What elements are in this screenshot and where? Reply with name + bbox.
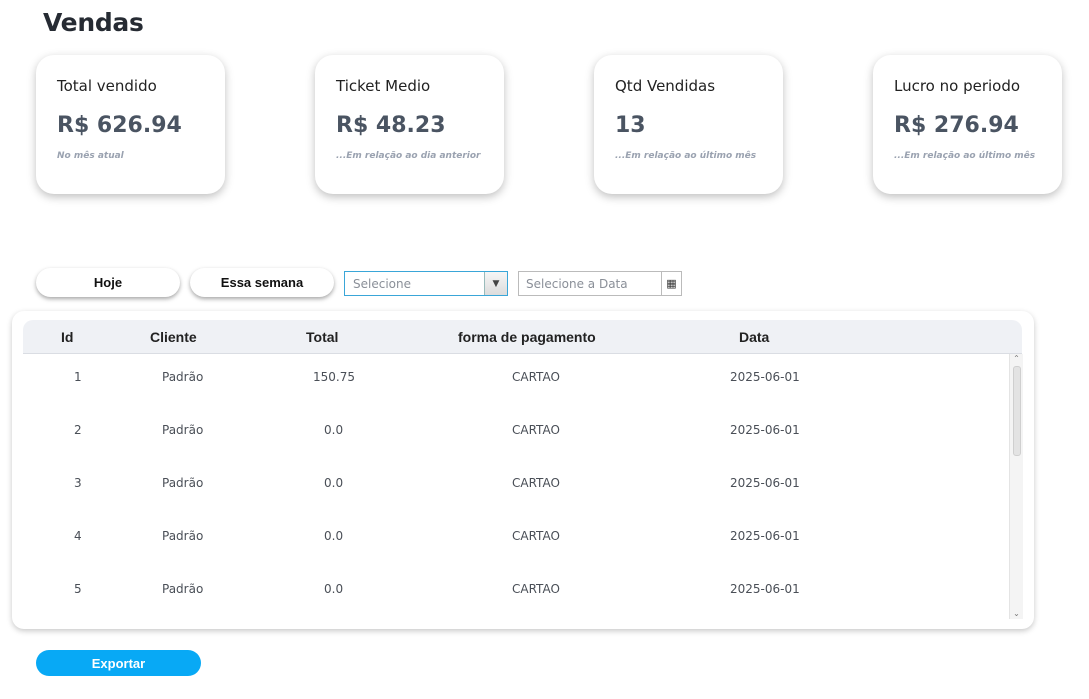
card-value: 13	[615, 113, 646, 138]
cell-data: 2025-06-01	[730, 529, 800, 543]
cell-cliente: Padrão	[162, 582, 204, 596]
cell-total: 0.0	[324, 476, 344, 490]
cell-total: 0.0	[324, 582, 344, 596]
page-title: Vendas	[43, 8, 144, 37]
calendar-icon[interactable]: ▦	[661, 272, 681, 295]
header-data: Data	[739, 329, 770, 345]
chevron-down-icon[interactable]: ⌄	[1010, 609, 1023, 619]
cell-pagamento: CARTAO	[512, 370, 560, 384]
card-total-vendido: Total vendido R$ 626.94 No mês atual	[36, 55, 225, 194]
card-value: R$ 276.94	[894, 113, 1019, 138]
card-note: No mês atual	[57, 151, 124, 161]
cell-id: 4	[74, 529, 82, 543]
cell-pagamento: CARTAO	[512, 582, 560, 596]
cell-id: 5	[74, 582, 82, 596]
card-title: Qtd Vendidas	[615, 77, 716, 95]
date-placeholder: Selecione a Data	[526, 277, 628, 291]
table-header: Id Cliente Total forma de pagamento Data	[23, 320, 1022, 354]
cell-data: 2025-06-01	[730, 582, 800, 596]
cell-id: 2	[74, 423, 82, 437]
table-row[interactable]: 4 Padrão 0.0 CARTAO 2025-06-01	[23, 529, 1008, 582]
table-row[interactable]: 2 Padrão 0.0 CARTAO 2025-06-01	[23, 423, 1008, 476]
header-pagamento: forma de pagamento	[458, 329, 596, 345]
table-scrollbar[interactable]: ⌃ ⌄	[1009, 354, 1023, 619]
cell-pagamento: CARTAO	[512, 529, 560, 543]
table-row[interactable]: 1 Padrão 150.75 CARTAO 2025-06-01	[23, 370, 1008, 423]
payment-select[interactable]: Selecione ▼	[344, 271, 508, 296]
cell-cliente: Padrão	[162, 423, 204, 437]
card-lucro-periodo: Lucro no periodo R$ 276.94 ...Em relação…	[873, 55, 1062, 194]
card-title: Lucro no periodo	[894, 77, 1021, 95]
scroll-thumb[interactable]	[1013, 366, 1021, 456]
card-note: ...Em relação ao dia anterior	[336, 151, 481, 161]
cell-cliente: Padrão	[162, 529, 204, 543]
cell-cliente: Padrão	[162, 476, 204, 490]
card-title: Ticket Medio	[336, 77, 431, 95]
export-button[interactable]: Exportar	[36, 650, 201, 676]
sales-table: Id Cliente Total forma de pagamento Data…	[12, 311, 1034, 629]
essa-semana-button[interactable]: Essa semana	[190, 268, 334, 297]
cell-pagamento: CARTAO	[512, 423, 560, 437]
card-ticket-medio: Ticket Medio R$ 48.23 ...Em relação ao d…	[315, 55, 504, 194]
header-total: Total	[306, 329, 339, 345]
select-placeholder: Selecione	[353, 277, 411, 291]
card-qtd-vendidas: Qtd Vendidas 13 ...Em relação ao último …	[594, 55, 783, 194]
card-value: R$ 626.94	[57, 113, 182, 138]
table-row[interactable]: 5 Padrão 0.0 CARTAO 2025-06-01	[23, 582, 1008, 635]
chevron-up-icon[interactable]: ⌃	[1010, 354, 1023, 364]
header-cliente: Cliente	[150, 329, 197, 345]
cell-data: 2025-06-01	[730, 476, 800, 490]
cell-total: 0.0	[324, 529, 344, 543]
cell-pagamento: CARTAO	[512, 476, 560, 490]
card-title: Total vendido	[57, 77, 157, 95]
cell-data: 2025-06-01	[730, 370, 800, 384]
chevron-down-icon[interactable]: ▼	[484, 272, 507, 295]
date-picker[interactable]: Selecione a Data ▦	[518, 271, 682, 296]
card-note: ...Em relação ao último mês	[894, 151, 1036, 161]
header-id: Id	[61, 329, 74, 345]
cell-cliente: Padrão	[162, 370, 204, 384]
card-value: R$ 48.23	[336, 113, 446, 138]
table-row[interactable]: 3 Padrão 0.0 CARTAO 2025-06-01	[23, 476, 1008, 529]
card-note: ...Em relação ao último mês	[615, 151, 757, 161]
cell-total: 0.0	[324, 423, 344, 437]
cell-id: 1	[74, 370, 82, 384]
cell-total: 150.75	[313, 370, 355, 384]
cell-data: 2025-06-01	[730, 423, 800, 437]
cell-id: 3	[74, 476, 82, 490]
hoje-button[interactable]: Hoje	[36, 268, 180, 297]
